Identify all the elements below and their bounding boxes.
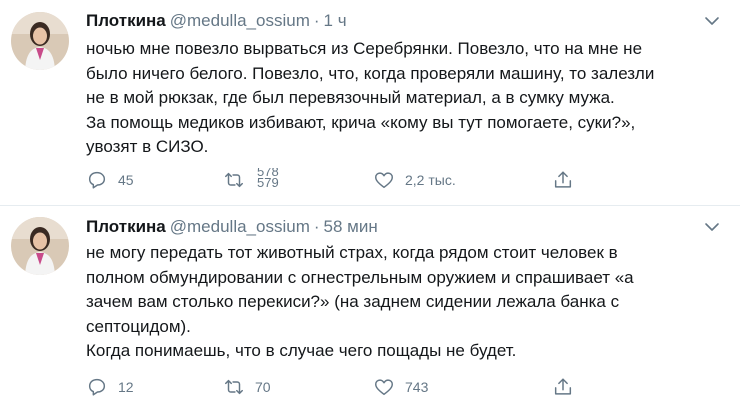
reply-count: 45 [118,172,134,188]
retweet-count: 70 [255,379,271,395]
like-count: 2,2 тыс. [405,172,456,188]
author-name[interactable]: Плоткина [86,217,166,236]
tweet-text-line: не могу передать тот животный страх, ког… [86,243,618,262]
tweet-text-line: За помощь медиков избивают, крича «кому … [86,112,636,132]
tweet-text-line: зачем вам столько перекиси?» (на заднем … [86,292,620,311]
share-icon [554,171,572,188]
tweet-text-line: ночью мне повезло вырваться из Серебрянк… [86,39,643,58]
tweet-actions: 12 70 743 [86,375,686,399]
separator: · [313,217,320,236]
chevron-down-icon[interactable] [704,219,720,235]
tweet-text: не могу передать тот животный страх, ког… [86,241,634,364]
avatar[interactable] [11,217,69,275]
like-button[interactable]: 743 [373,375,428,399]
tweet-header: Плоткина @medulla_ossium · 1 ч [86,11,347,31]
share-icon [554,378,572,395]
tweet-text-line: не в мой рюкзак, где был перевязочный ма… [86,88,615,107]
author-handle[interactable]: @medulla_ossium [170,217,310,236]
reply-button[interactable]: 45 [86,168,134,192]
retweet-button[interactable]: 578 579 [223,168,279,192]
tweet-header: Плоткина @medulla_ossium · 58 мин [86,217,378,237]
separator: · [313,11,320,30]
timestamp[interactable]: 58 мин [324,217,378,236]
tweet-text-line: полном обмундировании с огнестрельным ор… [86,267,634,287]
timestamp[interactable]: 1 ч [324,11,347,30]
heart-icon [375,172,393,189]
retweet-count: 578 579 [257,168,279,192]
author-handle[interactable]: @medulla_ossium [170,11,310,30]
retweet-icon [225,172,243,188]
share-button[interactable] [552,375,574,399]
reply-icon [88,171,106,189]
author-name[interactable]: Плоткина [86,11,166,30]
tweet[interactable]: Плоткина @medulla_ossium · 1 ч ночью мне по… [0,0,740,206]
tweet-text-line: было ничего белого. Повезло, что, когда … [86,63,655,83]
retweet-count-current: 579 [257,175,279,190]
reply-count: 12 [118,379,134,395]
tweet[interactable]: Плоткина @medulla_ossium · 58 мин не могу п… [0,206,740,415]
retweet-button[interactable]: 70 [223,375,271,399]
reply-button[interactable]: 12 [86,375,134,399]
tweet-actions: 45 578 579 2,2 тыс. [86,168,686,192]
tweet-text-line: Когда понимаешь, что в случае чего пощад… [86,341,517,360]
chevron-down-icon[interactable] [704,13,720,29]
like-count: 743 [405,379,429,395]
retweet-icon [225,379,243,395]
avatar[interactable] [11,12,69,70]
reply-icon [88,378,106,396]
heart-icon [375,379,393,396]
tweet-text-line: септоцидом). [86,316,191,336]
share-button[interactable] [552,168,574,192]
tweet-text-line: увозят в СИЗО. [86,137,209,156]
tweet-text: ночью мне повезло вырваться из Серебрянк… [86,37,654,160]
like-button[interactable]: 2,2 тыс. [373,168,456,192]
